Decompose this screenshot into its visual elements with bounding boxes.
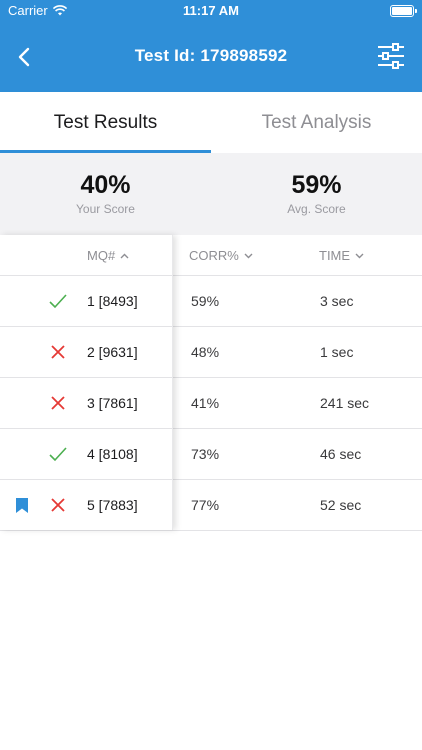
checkmark-icon	[49, 447, 67, 462]
status-time: 11:17 AM	[183, 3, 239, 18]
question-id: 3 [7861]	[87, 395, 138, 411]
column-header-corr-label: CORR%	[189, 248, 239, 263]
battery-icon	[390, 5, 417, 17]
correct-percent: 73%	[191, 446, 220, 462]
page-title: Test Id: 179898592	[134, 46, 288, 65]
tab-bar: Test Results Test Analysis	[0, 92, 422, 153]
average-score-value: 59%	[291, 171, 342, 199]
back-button[interactable]	[10, 42, 38, 72]
tab-test-analysis[interactable]: Test Analysis	[211, 92, 422, 153]
chevron-down-icon	[244, 253, 253, 258]
average-score-label: Avg. Score	[287, 202, 346, 216]
column-header-corr[interactable]: CORR%	[189, 248, 253, 263]
correct-percent: 41%	[191, 395, 220, 411]
correct-percent: 59%	[191, 293, 220, 309]
table-row[interactable]: 1 [8493] 59% 3 sec	[0, 276, 422, 327]
cross-icon	[51, 396, 65, 410]
your-score-label: Your Score	[76, 202, 135, 216]
time-spent: 52 sec	[320, 497, 362, 513]
cross-icon	[51, 345, 65, 359]
question-id: 5 [7883]	[87, 497, 138, 513]
average-score: 59% Avg. Score	[211, 153, 422, 235]
bookmark-icon[interactable]	[16, 498, 28, 513]
correct-percent: 48%	[191, 344, 220, 360]
score-summary: 40% Your Score 59% Avg. Score	[0, 153, 422, 235]
cross-icon	[51, 498, 65, 512]
time-spent: 46 sec	[320, 446, 362, 462]
question-id: 1 [8493]	[87, 293, 138, 309]
checkmark-icon	[49, 294, 67, 309]
chevron-left-icon	[18, 47, 30, 67]
navigation-bar: Test Id: 179898592	[0, 22, 422, 92]
column-header-mq[interactable]: MQ#	[87, 248, 129, 263]
tab-test-results[interactable]: Test Results	[0, 92, 211, 153]
chevron-up-icon	[120, 253, 129, 258]
status-bar: Carrier 11:17 AM	[0, 0, 422, 22]
table-row[interactable]: 2 [9631] 48% 1 sec	[0, 327, 422, 378]
column-header-time[interactable]: TIME	[319, 248, 364, 263]
column-header-time-label: TIME	[319, 248, 351, 263]
table-row[interactable]: 4 [8108] 73% 46 sec	[0, 429, 422, 480]
table-row[interactable]: 5 [7883] 77% 52 sec	[0, 480, 422, 531]
time-spent: 1 sec	[320, 344, 354, 360]
results-table: MQ# CORR% TIME 1 [8493] 59% 3 sec 2 [963…	[0, 235, 422, 531]
table-header: MQ# CORR% TIME	[0, 235, 422, 276]
correct-percent: 77%	[191, 497, 220, 513]
time-spent: 3 sec	[320, 293, 354, 309]
chevron-down-icon	[355, 253, 364, 258]
table-row[interactable]: 3 [7861] 41% 241 sec	[0, 378, 422, 429]
your-score-value: 40%	[80, 171, 131, 199]
question-id: 2 [9631]	[87, 344, 138, 360]
your-score: 40% Your Score	[0, 153, 211, 235]
time-spent: 241 sec	[320, 395, 370, 411]
column-header-mq-label: MQ#	[87, 248, 116, 263]
filter-settings-button[interactable]	[376, 42, 406, 70]
question-id: 4 [8108]	[87, 446, 138, 462]
